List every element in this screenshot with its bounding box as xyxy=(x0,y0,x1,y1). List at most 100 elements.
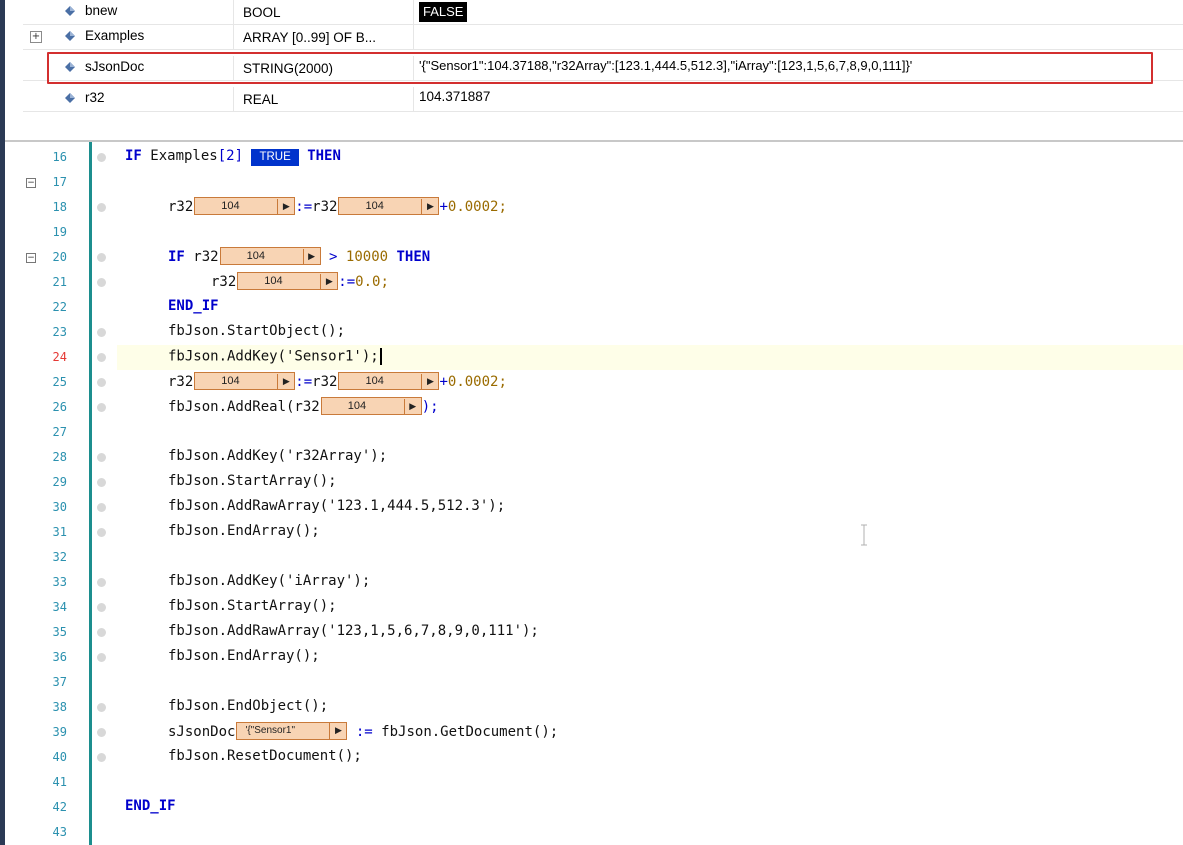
code-line[interactable]: 29 fbJson.StartArray(); xyxy=(5,470,1183,495)
expand-arrow-icon[interactable]: ▶ xyxy=(277,199,294,215)
variable-value[interactable]: FALSE xyxy=(419,2,468,24)
breakpoint-marker-icon[interactable] xyxy=(97,453,106,462)
monitor-value-chip[interactable]: 104 ▶ xyxy=(338,197,440,215)
watch-panel: bnew BOOL FALSE + Examples ARRAY [0..99]… xyxy=(5,0,1183,119)
code-line[interactable]: 16 IF Examples[2] TRUE THEN xyxy=(5,145,1183,170)
breakpoint-marker-icon[interactable] xyxy=(97,478,106,487)
monitor-value-chip[interactable]: '{"Sensor1" ▶ xyxy=(236,722,348,740)
watch-row-r32[interactable]: r32 REAL 104.371887 xyxy=(23,87,1183,112)
code-operator: := xyxy=(355,724,373,740)
code-editor[interactable]: 16 IF Examples[2] TRUE THEN − 17 18 r32 1… xyxy=(5,142,1183,845)
variable-type: BOOL xyxy=(243,5,281,20)
fold-collapse-icon[interactable]: − xyxy=(26,178,36,188)
code-identifier: r32 xyxy=(312,374,338,390)
code-line[interactable]: 42 END_IF xyxy=(5,795,1183,820)
breakpoint-marker-icon[interactable] xyxy=(97,353,106,362)
line-number: 38 xyxy=(52,700,67,714)
expand-plus-icon[interactable]: + xyxy=(30,31,42,43)
variable-type: ARRAY [0..99] OF B... xyxy=(243,30,377,45)
code-line[interactable]: 21 r32 104 ▶:=0.0; xyxy=(5,270,1183,295)
code-line[interactable]: 30 fbJson.AddRawArray('123.1,444.5,512.3… xyxy=(5,495,1183,520)
breakpoint-marker-icon[interactable] xyxy=(97,378,106,387)
monitor-value-chip[interactable]: 104 ▶ xyxy=(320,397,422,415)
breakpoint-marker-icon[interactable] xyxy=(97,153,106,162)
bool-value-false: FALSE xyxy=(419,2,468,22)
expand-arrow-icon[interactable]: ▶ xyxy=(421,374,438,390)
breakpoint-marker-icon[interactable] xyxy=(97,603,106,612)
breakpoint-marker-icon[interactable] xyxy=(97,728,106,737)
code-line[interactable]: 28 fbJson.AddKey('r32Array'); xyxy=(5,445,1183,470)
code-line[interactable]: 19 xyxy=(5,220,1183,245)
code-operator: + xyxy=(439,199,448,215)
code-line[interactable]: 24 fbJson.AddKey('Sensor1'); xyxy=(5,345,1183,370)
column-separator xyxy=(233,0,234,24)
expand-arrow-icon[interactable]: ▶ xyxy=(302,249,320,265)
line-number: 22 xyxy=(52,300,67,314)
expand-arrow-icon[interactable]: ▶ xyxy=(277,374,294,390)
code-number: 0.0; xyxy=(355,274,389,290)
monitor-value-true[interactable]: TRUE xyxy=(251,149,299,166)
variable-name: r32 xyxy=(85,90,105,105)
line-number: 28 xyxy=(52,450,67,464)
column-separator xyxy=(413,25,414,49)
code-line[interactable]: 34 fbJson.StartArray(); xyxy=(5,595,1183,620)
breakpoint-marker-icon[interactable] xyxy=(97,328,106,337)
expand-arrow-icon[interactable]: ▶ xyxy=(329,723,346,739)
monitor-value-chip[interactable]: 104 ▶ xyxy=(338,372,440,390)
code-line[interactable]: 32 xyxy=(5,545,1183,570)
code-line[interactable]: 31 fbJson.EndArray(); xyxy=(5,520,1183,545)
breakpoint-marker-icon[interactable] xyxy=(97,503,106,512)
monitor-value-chip[interactable]: 104 ▶ xyxy=(237,272,339,290)
code-line[interactable]: 43 xyxy=(5,820,1183,845)
monitor-value: 104 xyxy=(221,200,240,212)
monitor-value-chip[interactable]: 104 ▶ xyxy=(194,197,296,215)
code-line[interactable]: − 20 IF r32 104 ▶ > 10000 THEN xyxy=(5,245,1183,270)
breakpoint-marker-icon[interactable] xyxy=(97,703,106,712)
monitor-value-chip[interactable]: 104 ▶ xyxy=(194,372,296,390)
breakpoint-marker-icon[interactable] xyxy=(97,403,106,412)
line-number: 36 xyxy=(52,650,67,664)
variable-name: Examples xyxy=(85,28,145,43)
code-line[interactable]: 41 xyxy=(5,770,1183,795)
watch-row-examples[interactable]: + Examples ARRAY [0..99] OF B... xyxy=(23,25,1183,50)
code-line[interactable]: 22 END_IF xyxy=(5,295,1183,320)
code-line[interactable]: 36 fbJson.EndArray(); xyxy=(5,645,1183,670)
column-separator xyxy=(233,25,234,49)
code-line[interactable]: 26 fbJson.AddReal(r32 104 ▶); xyxy=(5,395,1183,420)
breakpoint-marker-icon[interactable] xyxy=(97,203,106,212)
expand-arrow-icon[interactable]: ▶ xyxy=(421,199,438,215)
code-line[interactable]: 37 xyxy=(5,670,1183,695)
breakpoint-marker-icon[interactable] xyxy=(97,753,106,762)
line-number: 40 xyxy=(52,750,67,764)
breakpoint-marker-icon[interactable] xyxy=(97,253,106,262)
code-line[interactable]: 35 fbJson.AddRawArray('123,1,5,6,7,8,9,0… xyxy=(5,620,1183,645)
breakpoint-marker-icon[interactable] xyxy=(97,653,106,662)
code-line[interactable]: 25 r32 104 ▶:=r32 104 ▶ +0.0002; xyxy=(5,370,1183,395)
code-line[interactable]: 40 fbJson.ResetDocument(); xyxy=(5,745,1183,770)
code-operator: := xyxy=(295,374,313,390)
line-number: 37 xyxy=(52,675,67,689)
breakpoint-marker-icon[interactable] xyxy=(97,578,106,587)
panel-splitter[interactable] xyxy=(5,118,1183,142)
line-number: 16 xyxy=(52,150,67,164)
breakpoint-marker-icon[interactable] xyxy=(97,528,106,537)
code-line[interactable]: 39 sJsonDoc '{"Sensor1" ▶ := fbJson.GetDoc… xyxy=(5,720,1183,745)
line-number: 39 xyxy=(52,725,67,739)
variable-value[interactable]: 104.371887 xyxy=(419,89,490,111)
code-line[interactable]: − 17 xyxy=(5,170,1183,195)
expand-arrow-icon[interactable]: ▶ xyxy=(320,274,337,290)
code-line[interactable]: 38 fbJson.EndObject(); xyxy=(5,695,1183,720)
fold-collapse-icon[interactable]: − xyxy=(26,253,36,263)
code-text: fbJson.AddRawArray('123.1,444.5,512.3'); xyxy=(168,498,506,514)
code-line[interactable]: 27 xyxy=(5,420,1183,445)
code-line[interactable]: 33 fbJson.AddKey('iArray'); xyxy=(5,570,1183,595)
monitor-value-chip[interactable]: 104 ▶ xyxy=(219,247,321,265)
watch-row-bnew[interactable]: bnew BOOL FALSE xyxy=(23,0,1183,25)
breakpoint-marker-icon[interactable] xyxy=(97,278,106,287)
expand-arrow-icon[interactable]: ▶ xyxy=(403,399,421,415)
code-line[interactable]: 23 fbJson.StartObject(); xyxy=(5,320,1183,345)
variable-icon xyxy=(65,6,75,16)
breakpoint-marker-icon[interactable] xyxy=(97,628,106,637)
code-line[interactable]: 18 r32 104 ▶:=r32 104 ▶ +0.0002; xyxy=(5,195,1183,220)
line-number: 27 xyxy=(52,425,67,439)
